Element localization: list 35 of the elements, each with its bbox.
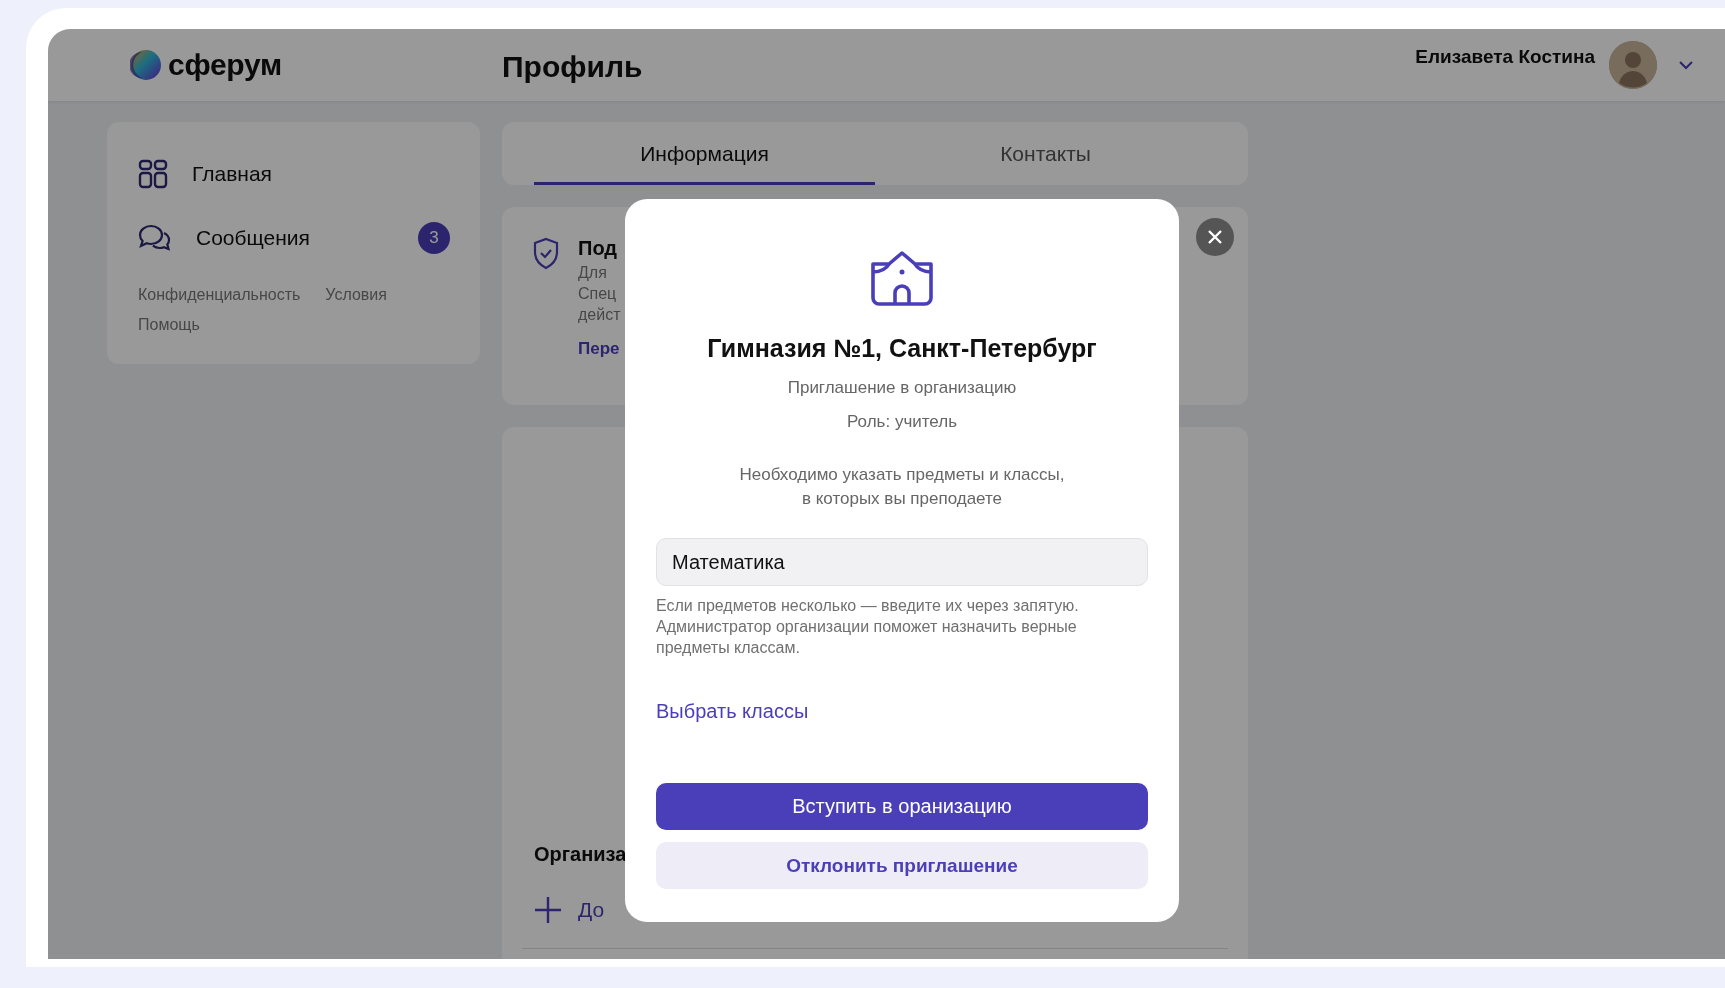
chat-icon xyxy=(138,223,172,253)
plus-icon[interactable] xyxy=(534,896,562,924)
section-title: Организа xyxy=(534,843,627,866)
instruction-text: Необходимо указать предметы и классы, в которых вы преподаете xyxy=(739,464,1065,510)
decline-button[interactable]: Отклонить приглашение xyxy=(656,842,1148,889)
select-classes-link[interactable]: Выбрать классы xyxy=(656,700,809,723)
sidebar-item[interactable]: Главная xyxy=(138,142,448,206)
tab[interactable]: Информация xyxy=(534,122,875,185)
sidebar-item[interactable]: Сообщения 3 xyxy=(138,206,448,270)
invitation-subtitle: Приглашение в организацию xyxy=(787,377,1017,399)
card-link[interactable]: Пере xyxy=(578,339,621,359)
add-link[interactable]: До xyxy=(578,898,605,922)
card-title: Под xyxy=(578,237,619,260)
logo-icon xyxy=(130,49,162,81)
logo-text: сферум xyxy=(168,48,282,82)
shield-check-icon xyxy=(532,237,560,270)
sidebar-item-label: Главная xyxy=(192,162,273,186)
card-text: дейст xyxy=(578,305,621,325)
card-text: Для xyxy=(578,263,608,283)
avatar[interactable] xyxy=(1609,41,1657,89)
join-button[interactable]: Вступить в оранизацию xyxy=(656,783,1148,830)
subjects-field[interactable]: Математика xyxy=(656,538,1148,586)
tab[interactable]: Контакты xyxy=(875,122,1216,185)
unread-count: 3 xyxy=(418,222,450,254)
field-hint: Если предметов несколько — введите их через запятую. Администратор организации поможет назначить верные предметы классам. xyxy=(656,596,1080,658)
sidebar-item-label: Сообщения xyxy=(196,226,311,250)
page-title: Профиль xyxy=(502,50,643,84)
organization-name: Гимназия №1, Санкт-Петербург xyxy=(707,334,1097,363)
chevron-down-icon[interactable] xyxy=(1679,60,1693,70)
card-text: Спец xyxy=(578,284,618,304)
user-name[interactable]: Елизавета Костина xyxy=(1415,46,1595,68)
school-building-icon xyxy=(869,250,935,306)
grid-icon xyxy=(138,159,168,189)
close-icon xyxy=(1207,229,1223,245)
role-text: Роль: учитель xyxy=(847,411,957,433)
